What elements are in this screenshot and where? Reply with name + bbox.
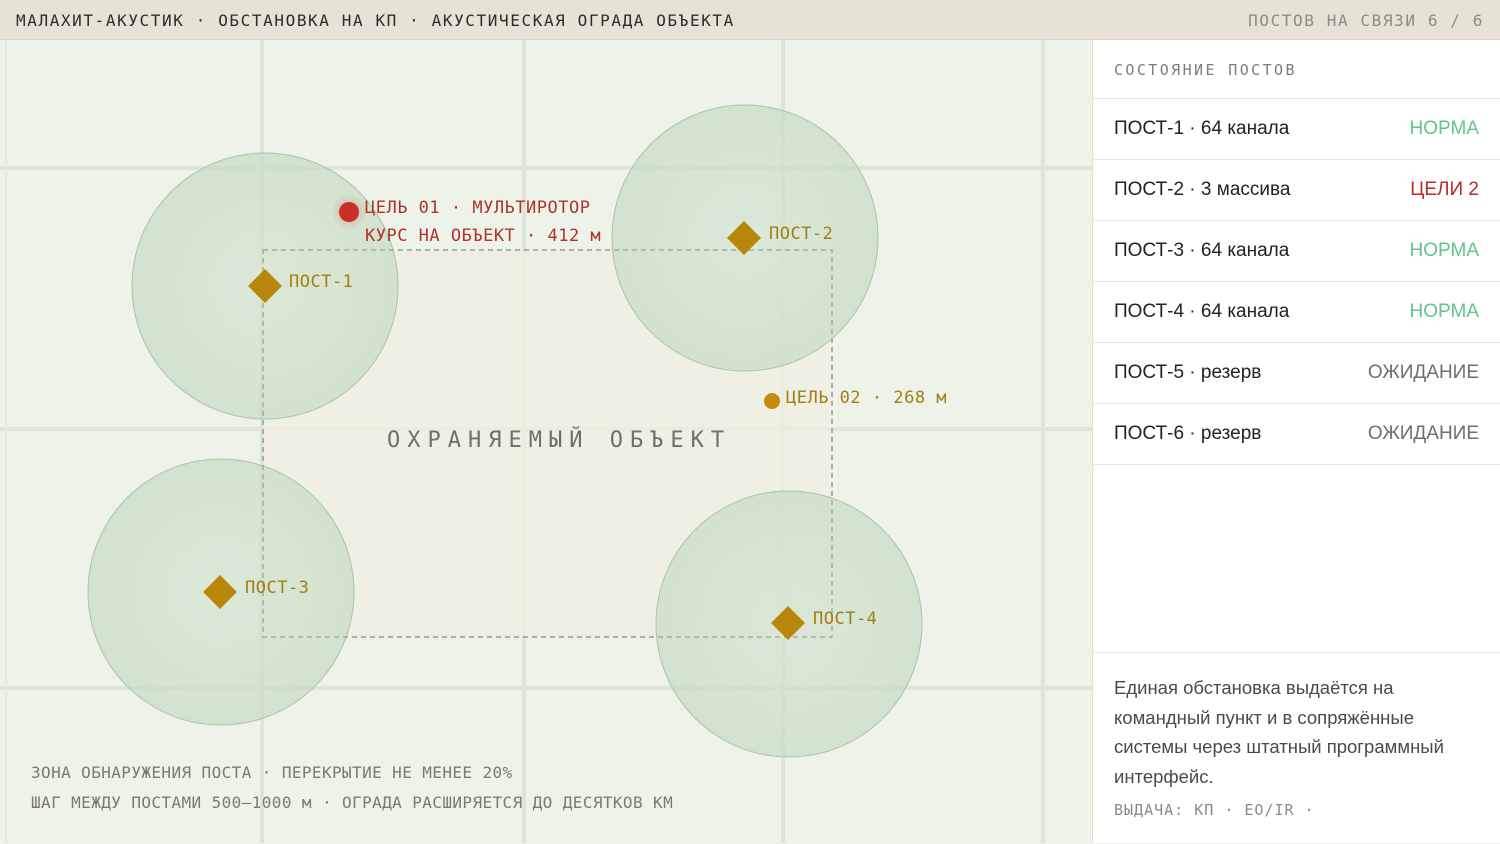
post-row-state: ЦЕЛИ 2 bbox=[1410, 179, 1479, 200]
panel-heading: СОСТОЯНИЕ ПОСТОВ bbox=[1114, 61, 1297, 79]
target-01-type: ЦЕЛЬ 01 · МУЛЬТИРОТОР bbox=[365, 198, 591, 218]
post-row-state: НОРМА bbox=[1409, 301, 1479, 322]
top-bar: МАЛАХИТ-АКУСТИК · ОБСТАНОВКА НА КП · АКУ… bbox=[0, 0, 1500, 40]
protected-object-label: ОХРАНЯЕМЫЙ ОБЪЕКТ bbox=[387, 428, 732, 453]
post-row-name: ПОСТ-5 · резерв bbox=[1114, 362, 1262, 383]
target-01-course: КУРС НА ОБЪЕКТ · 412 м bbox=[365, 226, 602, 246]
post-row-state: ОЖИДАНИЕ bbox=[1367, 362, 1479, 383]
post-status-list: ПОСТ-1 · 64 канала НОРМА ПОСТ-2 · 3 масс… bbox=[1093, 98, 1500, 465]
page-title: МАЛАХИТ-АКУСТИК · ОБСТАНОВКА НА КП · АКУ… bbox=[16, 11, 735, 30]
post-row-state: НОРМА bbox=[1409, 118, 1479, 139]
post-row-name: ПОСТ-2 · 3 массива bbox=[1114, 179, 1291, 200]
post-row-name: ПОСТ-1 · 64 канала bbox=[1114, 118, 1290, 139]
post-3-label: ПОСТ-3 bbox=[245, 578, 310, 598]
footnote-zone: ЗОНА ОБНАРУЖЕНИЯ ПОСТА · ПЕРЕКРЫТИЕ НЕ М… bbox=[31, 763, 513, 782]
post-row-name: ПОСТ-3 · 64 канала bbox=[1114, 240, 1290, 261]
output-meta: ВЫДАЧА: КП · EO/IR · bbox=[1114, 801, 1315, 819]
post-row-4[interactable]: ПОСТ-4 · 64 канала НОРМА bbox=[1093, 281, 1500, 342]
output-description: Единая обстановка выдаётся на командный … bbox=[1114, 677, 1444, 787]
post-row-name: ПОСТ-4 · 64 канала bbox=[1114, 301, 1290, 322]
footnote-spacing: ШАГ МЕЖДУ ПОСТАМИ 500–1000 м · ОГРАДА РА… bbox=[31, 793, 674, 812]
post-row-3[interactable]: ПОСТ-3 · 64 канала НОРМА bbox=[1093, 220, 1500, 281]
post-row-1[interactable]: ПОСТ-1 · 64 канала НОРМА bbox=[1093, 98, 1500, 159]
post-1-label: ПОСТ-1 bbox=[289, 272, 354, 292]
post-row-state: ОЖИДАНИЕ bbox=[1367, 423, 1479, 444]
panel-footer: Единая обстановка выдаётся на командный … bbox=[1093, 652, 1500, 844]
post-2-label: ПОСТ-2 bbox=[769, 224, 834, 244]
situation-map[interactable]: ПОСТ-1 ПОСТ-2 ПОСТ-3 ПОСТ-4 ЦЕЛЬ 01 · МУ… bbox=[0, 40, 1092, 843]
post-row-5[interactable]: ПОСТ-5 · резерв ОЖИДАНИЕ bbox=[1093, 342, 1500, 403]
target-01-label: ЦЕЛЬ 01 · МУЛЬТИРОТОР КУРС НА ОБЪЕКТ · 4… bbox=[365, 194, 601, 250]
post-row-6[interactable]: ПОСТ-6 · резерв ОЖИДАНИЕ bbox=[1093, 403, 1500, 465]
target-02-marker bbox=[764, 393, 780, 409]
map-footnote: ЗОНА ОБНАРУЖЕНИЯ ПОСТА · ПЕРЕКРЫТИЕ НЕ М… bbox=[31, 758, 673, 818]
post-row-state: НОРМА bbox=[1409, 240, 1479, 261]
target-02-label: ЦЕЛЬ 02 · 268 м bbox=[786, 388, 948, 408]
target-01-marker bbox=[339, 202, 359, 222]
post-4-label: ПОСТ-4 bbox=[813, 609, 878, 629]
posts-status-panel: СОСТОЯНИЕ ПОСТОВ ПОСТ-1 · 64 канала НОРМ… bbox=[1092, 40, 1500, 843]
post-row-2[interactable]: ПОСТ-2 · 3 массива ЦЕЛИ 2 bbox=[1093, 159, 1500, 220]
post-row-name: ПОСТ-6 · резерв bbox=[1114, 423, 1262, 444]
link-status: ПОСТОВ НА СВЯЗИ 6 / 6 bbox=[1248, 11, 1484, 30]
